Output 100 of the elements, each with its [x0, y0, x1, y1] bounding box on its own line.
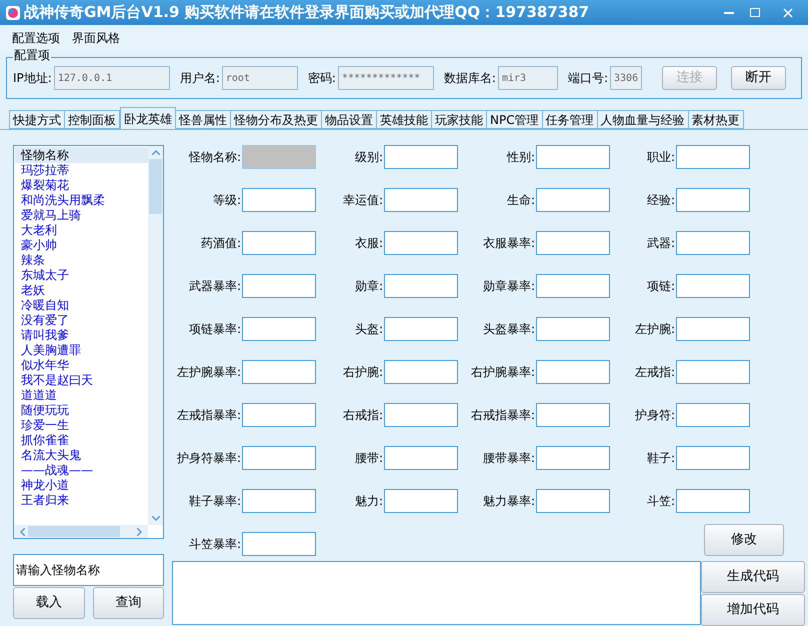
- menu-item[interactable]: 界面风格: [72, 29, 120, 47]
- input-field[interactable]: [384, 402, 458, 426]
- input-field[interactable]: [676, 360, 750, 384]
- generate-code-button[interactable]: 生成代码: [701, 561, 805, 593]
- list-item[interactable]: 道道道: [15, 388, 148, 403]
- horizontal-scrollbar[interactable]: [14, 525, 148, 538]
- input-field[interactable]: [536, 144, 610, 168]
- input-field[interactable]: [242, 446, 316, 470]
- list-item[interactable]: 名流大头鬼: [15, 448, 148, 463]
- input-field[interactable]: 3306: [610, 66, 642, 90]
- input-field[interactable]: [384, 446, 458, 470]
- code-textarea[interactable]: [172, 561, 701, 625]
- list-item[interactable]: 神龙小道: [15, 478, 148, 493]
- input-field[interactable]: [242, 316, 316, 340]
- list-item[interactable]: 我不是赵曰天: [15, 373, 148, 388]
- input-field[interactable]: [676, 488, 750, 512]
- field-label: 护身符:: [634, 406, 676, 424]
- search-field[interactable]: 请输入怪物名称: [13, 554, 164, 586]
- input-field[interactable]: [242, 274, 316, 298]
- field-label: 数据库名:: [444, 70, 496, 87]
- list-item[interactable]: 随便玩玩: [15, 403, 148, 418]
- input-field[interactable]: root: [222, 66, 298, 90]
- list-item[interactable]: 玛莎拉蒂: [15, 163, 148, 178]
- list-item[interactable]: 没有爱了: [15, 313, 148, 328]
- query-button[interactable]: 查询: [92, 587, 164, 619]
- input-field[interactable]: [536, 230, 610, 254]
- list-item[interactable]: 爆裂菊花: [15, 178, 148, 193]
- field-label: 勋章:: [354, 278, 384, 294]
- list-item[interactable]: 抓你雀雀: [15, 433, 148, 448]
- input-field[interactable]: [676, 316, 750, 340]
- tab[interactable]: 控制面板: [64, 110, 120, 129]
- input-field[interactable]: [536, 188, 610, 212]
- input-field[interactable]: [536, 402, 610, 426]
- list-item[interactable]: 东城太子: [15, 268, 148, 283]
- list-item[interactable]: 和尚洗头用飘柔: [15, 193, 148, 208]
- list-item[interactable]: 请叫我爹: [15, 328, 148, 343]
- tab[interactable]: 卧龙英雄: [120, 107, 176, 129]
- input-field[interactable]: [242, 532, 316, 556]
- disconnect-button[interactable]: 断开: [731, 66, 786, 90]
- tab[interactable]: 怪兽属性: [175, 110, 231, 129]
- field-label: 左戒指:: [634, 364, 676, 380]
- list-item[interactable]: ——战魂——: [15, 463, 148, 478]
- scroll-thumb[interactable]: [149, 159, 162, 214]
- list-item[interactable]: 爱就马上骑: [15, 208, 148, 223]
- scroll-thumb[interactable]: [28, 526, 120, 537]
- list-item[interactable]: 大老利: [15, 223, 148, 238]
- modify-button[interactable]: 修改: [704, 524, 784, 556]
- tab[interactable]: 快捷方式: [9, 110, 65, 129]
- add-code-button[interactable]: 增加代码: [701, 594, 805, 626]
- input-field[interactable]: [536, 446, 610, 470]
- input-field[interactable]: [384, 230, 458, 254]
- tab[interactable]: NPC管理: [486, 110, 543, 129]
- field-label: 腰带暴率:: [482, 450, 536, 466]
- input-field[interactable]: [676, 144, 750, 168]
- tab[interactable]: 物品设置: [321, 110, 377, 129]
- field-label: 项链:: [646, 278, 676, 294]
- input-field[interactable]: [242, 402, 316, 426]
- tab[interactable]: 玩家技能: [431, 110, 487, 129]
- input-field[interactable]: [242, 230, 316, 254]
- list-item[interactable]: 人美胸遭罪: [15, 343, 148, 358]
- input-field[interactable]: [384, 144, 458, 168]
- input-field[interactable]: [676, 274, 750, 298]
- menu-item[interactable]: 配置选项: [12, 29, 60, 47]
- input-field[interactable]: [676, 188, 750, 212]
- input-field[interactable]: [676, 402, 750, 426]
- vertical-scrollbar[interactable]: [148, 146, 163, 525]
- input-field[interactable]: [384, 316, 458, 340]
- tab[interactable]: 人物血量与经验: [596, 110, 689, 129]
- list-item[interactable]: 似水年华: [15, 358, 148, 373]
- tab[interactable]: 怪物分布及热更: [230, 110, 322, 129]
- list-item[interactable]: 辣条: [15, 253, 148, 268]
- field-label: 衣服:: [354, 234, 384, 252]
- input-field[interactable]: [242, 188, 316, 212]
- tab[interactable]: 素材热更: [688, 110, 744, 129]
- input-field[interactable]: [676, 446, 750, 470]
- input-field[interactable]: *************: [338, 66, 434, 90]
- input-field[interactable]: [384, 188, 458, 212]
- input-field[interactable]: [384, 488, 458, 512]
- input-field[interactable]: [242, 488, 316, 512]
- list-item[interactable]: 豪小帅: [15, 238, 148, 253]
- field-label: 鞋子:: [646, 450, 676, 466]
- input-field[interactable]: [536, 488, 610, 512]
- input-field[interactable]: [536, 360, 610, 384]
- list-item[interactable]: 老妖: [15, 283, 148, 298]
- field-label: 右戒指:: [342, 406, 384, 424]
- field-label: 斗笠暴率:: [188, 536, 242, 552]
- list-item[interactable]: 冷暖自知: [15, 298, 148, 313]
- list-item[interactable]: 王者归来: [15, 493, 148, 508]
- tab[interactable]: 英雄技能: [376, 110, 432, 129]
- list-item[interactable]: 珍爱一生: [15, 418, 148, 433]
- input-field[interactable]: [676, 230, 750, 254]
- input-field[interactable]: 127.0.0.1: [54, 66, 170, 90]
- input-field[interactable]: [384, 360, 458, 384]
- input-field[interactable]: [536, 316, 610, 340]
- load-button[interactable]: 载入: [13, 587, 84, 619]
- input-field[interactable]: [242, 360, 316, 384]
- input-field[interactable]: mir3: [498, 66, 558, 90]
- input-field[interactable]: [384, 274, 458, 298]
- tab[interactable]: 任务管理: [542, 110, 598, 129]
- input-field[interactable]: [536, 274, 610, 298]
